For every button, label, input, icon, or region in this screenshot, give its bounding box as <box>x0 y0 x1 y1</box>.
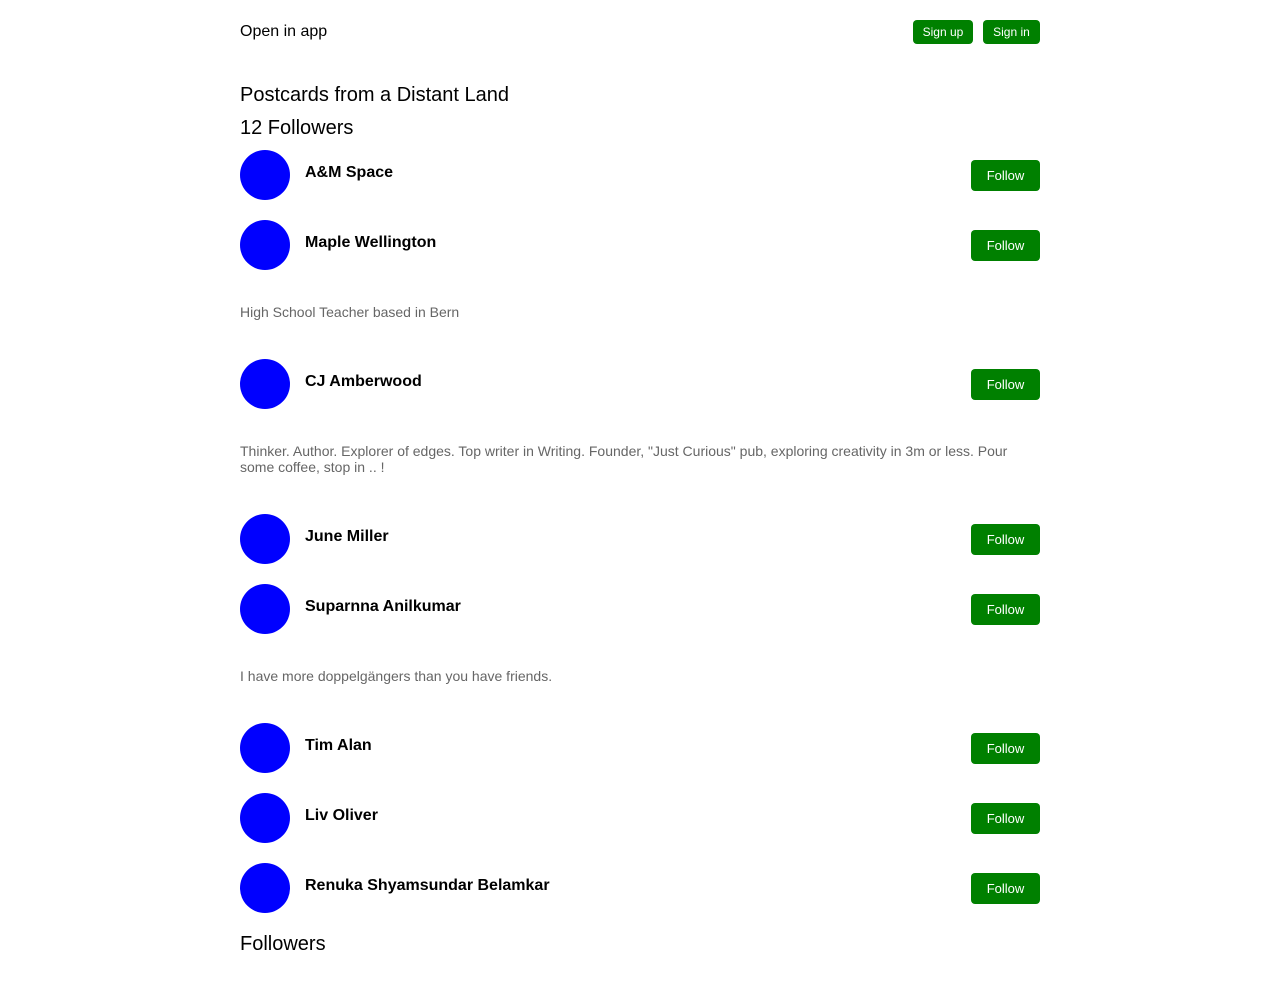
follow-button[interactable]: Follow <box>971 369 1040 400</box>
follower-name[interactable]: A&M Space <box>305 163 393 183</box>
followers-footer-heading: Followers <box>240 933 326 955</box>
follower-row: Maple Wellington Follow <box>240 220 1040 270</box>
followers-count-heading: 12 Followers <box>240 117 354 139</box>
follower-name[interactable]: Maple Wellington <box>305 233 436 253</box>
publication-title: Postcards from a Distant Land <box>240 84 510 106</box>
avatar[interactable] <box>240 863 290 913</box>
follower-name[interactable]: Tim Alan <box>305 736 372 756</box>
avatar[interactable] <box>240 584 290 634</box>
follower-row: June Miller Follow <box>240 514 1040 564</box>
avatar[interactable] <box>240 220 290 270</box>
open-in-app-link[interactable]: Open in app <box>240 22 327 42</box>
avatar[interactable] <box>240 359 290 409</box>
follow-button[interactable]: Follow <box>971 803 1040 834</box>
follower-name[interactable]: Liv Oliver <box>305 806 378 826</box>
follower-name[interactable]: June Miller <box>305 527 389 547</box>
follower-row: A&M Space Follow <box>240 150 1040 200</box>
follower-row: Renuka Shyamsundar Belamkar Follow <box>240 863 1040 913</box>
follow-button[interactable]: Follow <box>971 873 1040 904</box>
follower-bio: High School Teacher based in Bern <box>240 304 460 320</box>
follower-name[interactable]: CJ Amberwood <box>305 372 422 392</box>
follow-button[interactable]: Follow <box>971 230 1040 261</box>
top-bar: Open in app Sign up Sign in <box>240 20 1040 44</box>
follower-row: CJ Amberwood Follow <box>240 359 1040 409</box>
follower-bio: I have more doppelgängers than you have … <box>240 668 553 684</box>
follower-name[interactable]: Renuka Shyamsundar Belamkar <box>305 876 550 896</box>
follow-button[interactable]: Follow <box>971 594 1040 625</box>
avatar[interactable] <box>240 793 290 843</box>
avatar[interactable] <box>240 723 290 773</box>
follow-button[interactable]: Follow <box>971 733 1040 764</box>
follow-button[interactable]: Follow <box>971 524 1040 555</box>
follower-name[interactable]: Suparnna Anilkumar <box>305 597 461 617</box>
sign-in-button[interactable]: Sign in <box>983 20 1040 44</box>
avatar[interactable] <box>240 514 290 564</box>
sign-up-button[interactable]: Sign up <box>913 20 973 44</box>
follower-bio: Thinker. Author. Explorer of edges. Top … <box>240 443 1008 475</box>
avatar[interactable] <box>240 150 290 200</box>
follower-row: Liv Oliver Follow <box>240 793 1040 843</box>
follower-row: Suparnna Anilkumar Follow <box>240 584 1040 634</box>
follower-row: Tim Alan Follow <box>240 723 1040 773</box>
follow-button[interactable]: Follow <box>971 160 1040 191</box>
